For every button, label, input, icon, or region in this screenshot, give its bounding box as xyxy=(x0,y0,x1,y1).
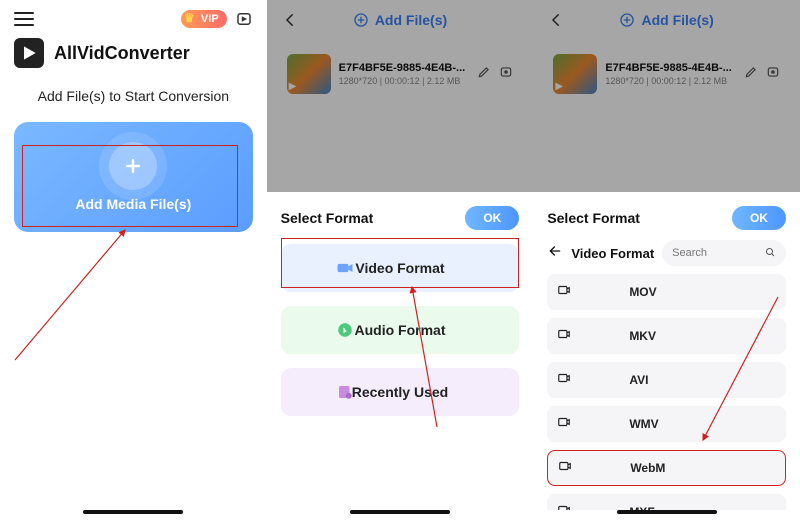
backdrop-content: Add File(s) ▶ E7F4BF5E-9885-4E4B-... 128… xyxy=(533,0,800,100)
plus-icon xyxy=(109,142,157,190)
format-row-avi[interactable]: AVI xyxy=(547,362,786,398)
file-actions xyxy=(744,65,780,84)
format-sheet: Select Format OK Video Format MOV MKV AV… xyxy=(533,192,800,522)
app-logo xyxy=(14,38,44,68)
format-sheet: Select Format OK Video Format Audio Form… xyxy=(267,192,534,522)
video-file-icon xyxy=(557,327,573,346)
video-icon xyxy=(335,258,355,278)
audio-format-option[interactable]: Audio Format xyxy=(281,306,520,354)
audio-format-label: Audio Format xyxy=(354,322,445,338)
add-files-label: Add File(s) xyxy=(641,12,713,28)
format-row-mkv[interactable]: MKV xyxy=(547,318,786,354)
home-indicator xyxy=(617,510,717,514)
sheet-subheader: Video Format xyxy=(547,240,786,266)
sheet-title: Select Format xyxy=(281,210,374,226)
crown-icon: ♛ xyxy=(184,11,195,25)
recent-icon xyxy=(335,382,355,402)
file-meta: 1280*720 | 00:00:12 | 2.12 MB xyxy=(339,76,470,86)
home-indicator xyxy=(83,510,183,514)
file-meta: 1280*720 | 00:00:12 | 2.12 MB xyxy=(605,76,736,86)
video-file-icon xyxy=(558,459,574,478)
video-format-label: Video Format xyxy=(355,260,444,276)
back-button[interactable] xyxy=(281,11,299,34)
home-indicator xyxy=(350,510,450,514)
screen-video-format-list: Add File(s) ▶ E7F4BF5E-9885-4E4B-... 128… xyxy=(533,0,800,522)
format-row-webm[interactable]: WebM xyxy=(547,450,786,486)
add-files-label: Add File(s) xyxy=(375,12,447,28)
sheet-title: Select Format xyxy=(547,210,640,226)
file-card[interactable]: ▶ E7F4BF5E-9885-4E4B-... 1280*720 | 00:0… xyxy=(281,48,520,100)
format-name: MOV xyxy=(629,285,656,299)
format-name: AVI xyxy=(629,373,648,387)
file-info: E7F4BF5E-9885-4E4B-... 1280*720 | 00:00:… xyxy=(605,62,736,86)
add-media-label: Add Media File(s) xyxy=(75,196,191,212)
screen-select-format: Add File(s) ▶ E7F4BF5E-9885-4E4B-... 128… xyxy=(267,0,534,522)
search-input[interactable] xyxy=(672,247,760,259)
recently-used-label: Recently Used xyxy=(352,384,448,400)
ok-button[interactable]: OK xyxy=(732,206,786,230)
file-card[interactable]: ▶ E7F4BF5E-9885-4E4B-... 1280*720 | 00:0… xyxy=(547,48,786,100)
settings-icon[interactable] xyxy=(499,65,513,84)
edit-icon[interactable] xyxy=(477,65,491,84)
brand-name: AllVidConverter xyxy=(54,43,190,64)
back-button[interactable] xyxy=(547,11,565,34)
vip-label: VIP xyxy=(201,13,219,25)
video-file-icon xyxy=(557,503,573,511)
top-bar: Add File(s) xyxy=(533,0,800,40)
recently-used-option[interactable]: Recently Used xyxy=(281,368,520,416)
plus-circle-icon xyxy=(619,12,635,28)
audio-icon xyxy=(335,320,355,340)
settings-icon[interactable] xyxy=(766,65,780,84)
play-icon: ▶ xyxy=(289,81,297,92)
format-row-wmv[interactable]: WMV xyxy=(547,406,786,442)
edit-icon[interactable] xyxy=(744,65,758,84)
video-file-icon xyxy=(557,371,573,390)
format-name: MKV xyxy=(629,329,656,343)
format-list[interactable]: MOV MKV AVI WMV WebM MXF xyxy=(547,274,786,510)
format-row-mov[interactable]: MOV xyxy=(547,274,786,310)
screen-home: ♛ VIP AllVidConverter Add File(s) to Sta… xyxy=(0,0,267,522)
file-actions xyxy=(477,65,513,84)
video-format-option[interactable]: Video Format xyxy=(281,244,520,292)
top-bar-right: ♛ VIP xyxy=(181,10,253,28)
video-file-icon xyxy=(557,415,573,434)
vip-badge[interactable]: ♛ VIP xyxy=(181,10,227,28)
format-name: WebM xyxy=(630,461,665,475)
format-name: WMV xyxy=(629,417,658,431)
back-arrow-icon[interactable] xyxy=(547,243,563,264)
add-media-card[interactable]: Add Media File(s) xyxy=(14,122,253,232)
queue-icon[interactable] xyxy=(235,10,253,28)
add-files-button[interactable]: Add File(s) xyxy=(353,12,447,28)
file-name: E7F4BF5E-9885-4E4B-... xyxy=(339,62,470,74)
plus-circle-icon xyxy=(353,12,369,28)
sheet-header: Select Format OK xyxy=(281,206,520,230)
play-icon: ▶ xyxy=(555,81,563,92)
top-bar: ♛ VIP xyxy=(0,0,267,34)
file-thumbnail: ▶ xyxy=(553,54,597,94)
top-bar: Add File(s) xyxy=(267,0,534,40)
video-format-heading: Video Format xyxy=(571,246,654,261)
file-thumbnail: ▶ xyxy=(287,54,331,94)
sheet-header: Select Format OK xyxy=(547,206,786,230)
file-info: E7F4BF5E-9885-4E4B-... 1280*720 | 00:00:… xyxy=(339,62,470,86)
page-subtitle: Add File(s) to Start Conversion xyxy=(0,78,267,122)
annotation-arrow xyxy=(10,225,160,365)
format-row-mxf[interactable]: MXF xyxy=(547,494,786,510)
brand-row: AllVidConverter xyxy=(0,34,267,78)
backdrop-content: Add File(s) ▶ E7F4BF5E-9885-4E4B-... 128… xyxy=(267,0,534,100)
add-files-button[interactable]: Add File(s) xyxy=(619,12,713,28)
ok-button[interactable]: OK xyxy=(465,206,519,230)
search-icon xyxy=(764,246,776,261)
file-name: E7F4BF5E-9885-4E4B-... xyxy=(605,62,736,74)
menu-button[interactable] xyxy=(14,12,34,26)
video-file-icon xyxy=(557,283,573,302)
search-field[interactable] xyxy=(662,240,786,266)
